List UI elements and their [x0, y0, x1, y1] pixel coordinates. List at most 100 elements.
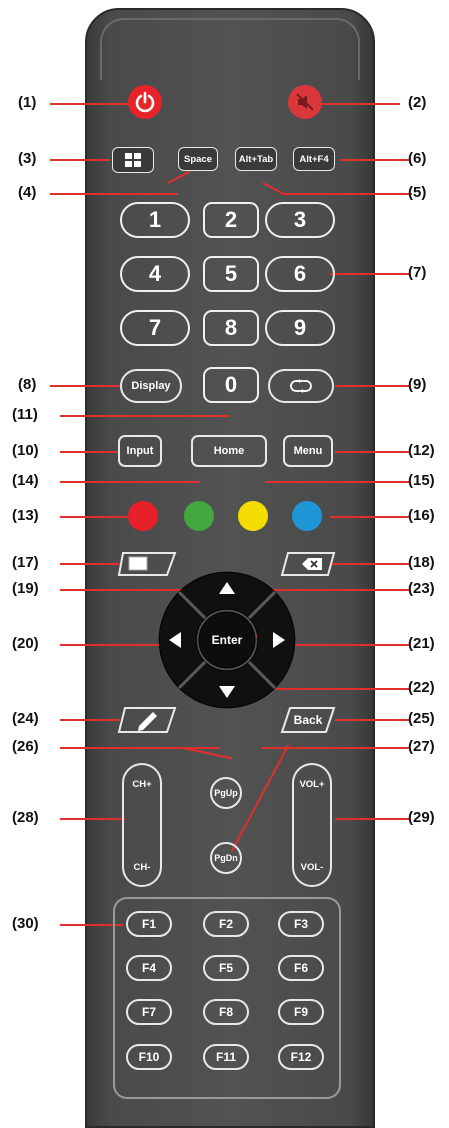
- callout-line: [60, 516, 128, 518]
- callout-30: (30): [12, 915, 39, 932]
- annotate-button[interactable]: [117, 706, 177, 734]
- remote-diagram: (1) (2) (3) (4) (5) (6) (7) (8) (9) (10)…: [0, 0, 449, 1128]
- windows-button[interactable]: [112, 147, 154, 173]
- blue-button[interactable]: [292, 501, 322, 531]
- yellow-button[interactable]: [238, 501, 268, 531]
- callout-line: [60, 415, 230, 417]
- callout-7: (7): [408, 264, 427, 281]
- callout-line: [330, 516, 410, 518]
- callout-line: [340, 159, 410, 161]
- callout-19: (19): [12, 580, 39, 597]
- callout-5: (5): [408, 184, 427, 201]
- f2-button[interactable]: F2: [203, 911, 249, 937]
- home-button[interactable]: Home: [191, 435, 267, 467]
- callout-13: (13): [12, 507, 39, 524]
- f9-button[interactable]: F9: [278, 999, 324, 1025]
- f4-button[interactable]: F4: [126, 955, 172, 981]
- callout-1: (1): [18, 94, 37, 111]
- callout-4: (4): [18, 184, 37, 201]
- callout-line: [330, 273, 410, 275]
- pen-icon: [117, 707, 177, 733]
- alt-f4-button[interactable]: Alt+F4: [293, 147, 335, 171]
- volume-up-button[interactable]: VOL+: [294, 773, 330, 795]
- f8-button[interactable]: F8: [203, 999, 249, 1025]
- callout-21: (21): [408, 635, 435, 652]
- power-button[interactable]: [128, 85, 162, 119]
- callout-15: (15): [408, 472, 435, 489]
- f5-button[interactable]: F5: [203, 955, 249, 981]
- callout-11: (11): [12, 406, 38, 423]
- callout-18: (18): [408, 554, 435, 571]
- callout-10: (10): [12, 442, 39, 459]
- repeat-button[interactable]: [268, 369, 334, 403]
- display-button[interactable]: Display: [120, 369, 182, 403]
- callout-line: [60, 747, 220, 749]
- f11-button[interactable]: F11: [203, 1044, 249, 1070]
- power-icon: [135, 91, 155, 113]
- callout-line: [335, 719, 410, 721]
- digit-0-button[interactable]: 0: [203, 367, 259, 403]
- callout-line: [335, 818, 410, 820]
- callout-6: (6): [408, 150, 427, 167]
- input-button[interactable]: Input: [118, 435, 162, 467]
- callout-20: (20): [12, 635, 39, 652]
- callout-line: [282, 193, 412, 195]
- callout-25: (25): [408, 710, 435, 727]
- callout-16: (16): [408, 507, 435, 524]
- callout-line: [335, 451, 410, 453]
- callout-line: [60, 563, 120, 565]
- callout-12: (12): [408, 442, 435, 459]
- back-button[interactable]: Back: [280, 706, 336, 734]
- callout-line: [60, 818, 125, 820]
- remote-ir-window: [100, 18, 360, 80]
- page-up-button[interactable]: PgUp: [210, 777, 242, 809]
- callout-line: [50, 385, 120, 387]
- callout-line: [50, 193, 178, 195]
- digit-6-button[interactable]: 6: [265, 256, 335, 292]
- callout-line: [330, 563, 410, 565]
- callout-line: [50, 103, 130, 105]
- volume-down-button[interactable]: VOL-: [294, 856, 330, 878]
- f10-button[interactable]: F10: [126, 1044, 172, 1070]
- digit-2-button[interactable]: 2: [203, 202, 259, 238]
- f12-button[interactable]: F12: [278, 1044, 324, 1070]
- f1-button[interactable]: F1: [126, 911, 172, 937]
- digit-4-button[interactable]: 4: [120, 256, 190, 292]
- callout-3: (3): [18, 150, 37, 167]
- back-label: Back: [293, 713, 323, 727]
- f6-button[interactable]: F6: [278, 955, 324, 981]
- digit-3-button[interactable]: 3: [265, 202, 335, 238]
- page-down-button[interactable]: PgDn: [210, 842, 242, 874]
- enter-button[interactable]: Enter: [199, 626, 255, 654]
- callout-line: [60, 451, 120, 453]
- callout-line: [60, 644, 160, 646]
- callout-24: (24): [12, 710, 39, 727]
- windows-icon: [125, 153, 141, 167]
- digit-8-button[interactable]: 8: [203, 310, 259, 346]
- space-button[interactable]: Space: [178, 147, 218, 171]
- callout-line: [60, 481, 200, 483]
- digit-1-button[interactable]: 1: [120, 202, 190, 238]
- red-button[interactable]: [128, 501, 158, 531]
- callout-2: (2): [408, 94, 427, 111]
- digit-9-button[interactable]: 9: [265, 310, 335, 346]
- alt-tab-button[interactable]: Alt+Tab: [235, 147, 277, 171]
- channel-down-button[interactable]: CH-: [124, 856, 160, 878]
- f7-button[interactable]: F7: [126, 999, 172, 1025]
- callout-22: (22): [408, 679, 435, 696]
- callout-28: (28): [12, 809, 39, 826]
- mute-button[interactable]: [288, 85, 322, 119]
- green-button[interactable]: [184, 501, 214, 531]
- channel-up-button[interactable]: CH+: [124, 773, 160, 795]
- callout-line: [265, 481, 410, 483]
- digit-5-button[interactable]: 5: [203, 256, 259, 292]
- callout-line: [50, 159, 110, 161]
- callout-line: [60, 719, 120, 721]
- repeat-icon: [290, 379, 312, 393]
- menu-button[interactable]: Menu: [283, 435, 333, 467]
- f3-button[interactable]: F3: [278, 911, 324, 937]
- callout-26: (26): [12, 738, 39, 755]
- digit-7-button[interactable]: 7: [120, 310, 190, 346]
- callout-14: (14): [12, 472, 39, 489]
- mute-icon: [296, 93, 314, 111]
